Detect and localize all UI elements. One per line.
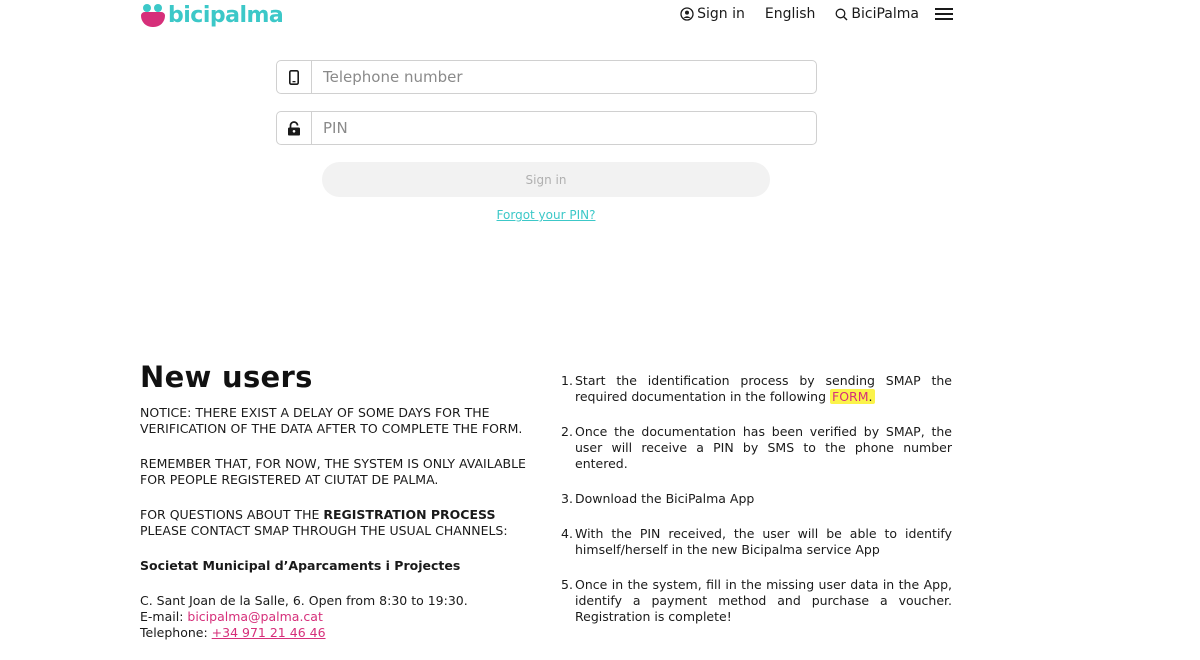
remember-text: REMEMBER THAT, FOR NOW, THE SYSTEM IS ON… [140,456,526,487]
step-item: 4. With the PIN received, the user will … [561,526,952,557]
bicipalma-logo[interactable]: bicipalma [141,3,284,28]
logo-text: bicipalma [168,3,284,28]
registration-process-emphasis: REGISTRATION PROCESS [323,507,496,522]
new-users-title: New users [140,360,313,394]
lock-icon [277,112,312,144]
search-icon [835,8,848,20]
phone-line: Telephone: +34 971 21 46 46 [140,625,326,640]
address-text: C. Sant Joan de la Salle, 6. Open from 8… [140,593,468,608]
pin-field-group [276,111,817,145]
mobile-phone-icon [277,61,312,93]
step-item: 3. Download the BiciPalma App [561,491,755,506]
telephone-field-group [276,60,817,94]
logo-face-icon [141,3,165,28]
company-name: Societat Municipal d’Aparcaments i Proje… [140,558,461,573]
email-line: E-mail: bicipalma@palma.cat [140,609,323,624]
language-label: English [764,6,816,22]
step-item: 1. Start the identification process by s… [561,373,952,404]
step-item: 2. Once the documentation has been verif… [561,424,952,471]
pin-input[interactable] [312,112,816,144]
registration-steps: 1. Start the identification process by s… [561,373,952,644]
new-users-info: NOTICE: THERE EXIST A DELAY OF SOME DAYS… [140,405,532,641]
language-selector[interactable]: English [765,6,816,22]
user-circle-icon [680,7,694,21]
forgot-pin-link[interactable]: Forgot your PIN? [0,208,1092,222]
form-link[interactable]: FORM [832,389,869,404]
hamburger-menu-icon[interactable] [935,8,953,20]
notice-text: NOTICE: THERE EXIST A DELAY OF SOME DAYS… [140,405,523,436]
search-label: BiciPalma [851,6,919,22]
questions-text: FOR QUESTIONS ABOUT THE REGISTRATION PRO… [140,507,508,538]
step-item: 5. Once in the system, fill in the missi… [561,577,952,624]
sign-in-label: Sign in [697,6,745,22]
top-nav: Sign in English BiciPalma [660,6,953,22]
telephone-input[interactable] [312,61,816,93]
phone-link[interactable]: +34 971 21 46 46 [212,625,326,640]
contact-details: C. Sant Joan de la Salle, 6. Open from 8… [140,593,532,641]
search-link[interactable]: BiciPalma [835,6,919,22]
site-header: bicipalma Sign in English BiciPalma [0,0,1200,30]
email-link[interactable]: bicipalma@palma.cat [187,609,322,624]
sign-in-button[interactable]: Sign in [322,162,770,197]
sign-in-link[interactable]: Sign in [680,6,745,22]
